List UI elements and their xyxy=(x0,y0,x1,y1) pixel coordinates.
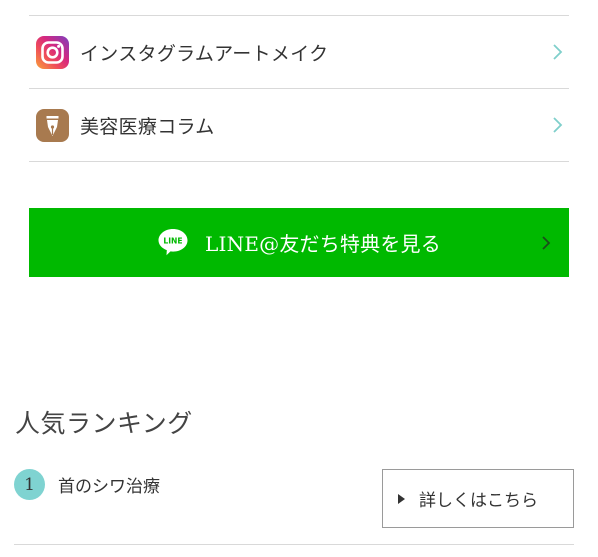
line-button-label: LINE@友だち特典を見る xyxy=(205,232,441,256)
details-button-label: 詳しくはこちら xyxy=(419,491,538,511)
details-button[interactable]: 詳しくはこちら xyxy=(382,469,574,528)
line-logo-icon: LINE xyxy=(158,228,188,255)
line-logo-text: LINE xyxy=(163,236,182,245)
instagram-icon xyxy=(36,35,69,69)
ranking-title: 人気ランキング xyxy=(15,409,193,438)
ranking-item-label[interactable]: 首のシワ治療 xyxy=(58,472,160,497)
menu-item-instagram-artmake[interactable]: インスタグラムアートメイク xyxy=(29,16,569,88)
triangle-right-icon xyxy=(398,493,405,504)
line-friends-benefit-button[interactable]: LINE LINE@友だち特典を見る xyxy=(29,208,569,277)
divider xyxy=(29,161,569,162)
menu-item-label: 美容医療コラム xyxy=(80,115,215,138)
chevron-right-icon xyxy=(553,44,563,60)
fountain-pen-icon xyxy=(36,108,69,142)
menu-item-beauty-column[interactable]: 美容医療コラム xyxy=(29,89,569,161)
chevron-right-icon xyxy=(542,235,551,250)
menu-item-label: インスタグラムアートメイク xyxy=(80,42,329,65)
rank-badge: 1 xyxy=(14,469,45,500)
chevron-right-icon xyxy=(553,117,563,133)
divider xyxy=(14,544,574,545)
